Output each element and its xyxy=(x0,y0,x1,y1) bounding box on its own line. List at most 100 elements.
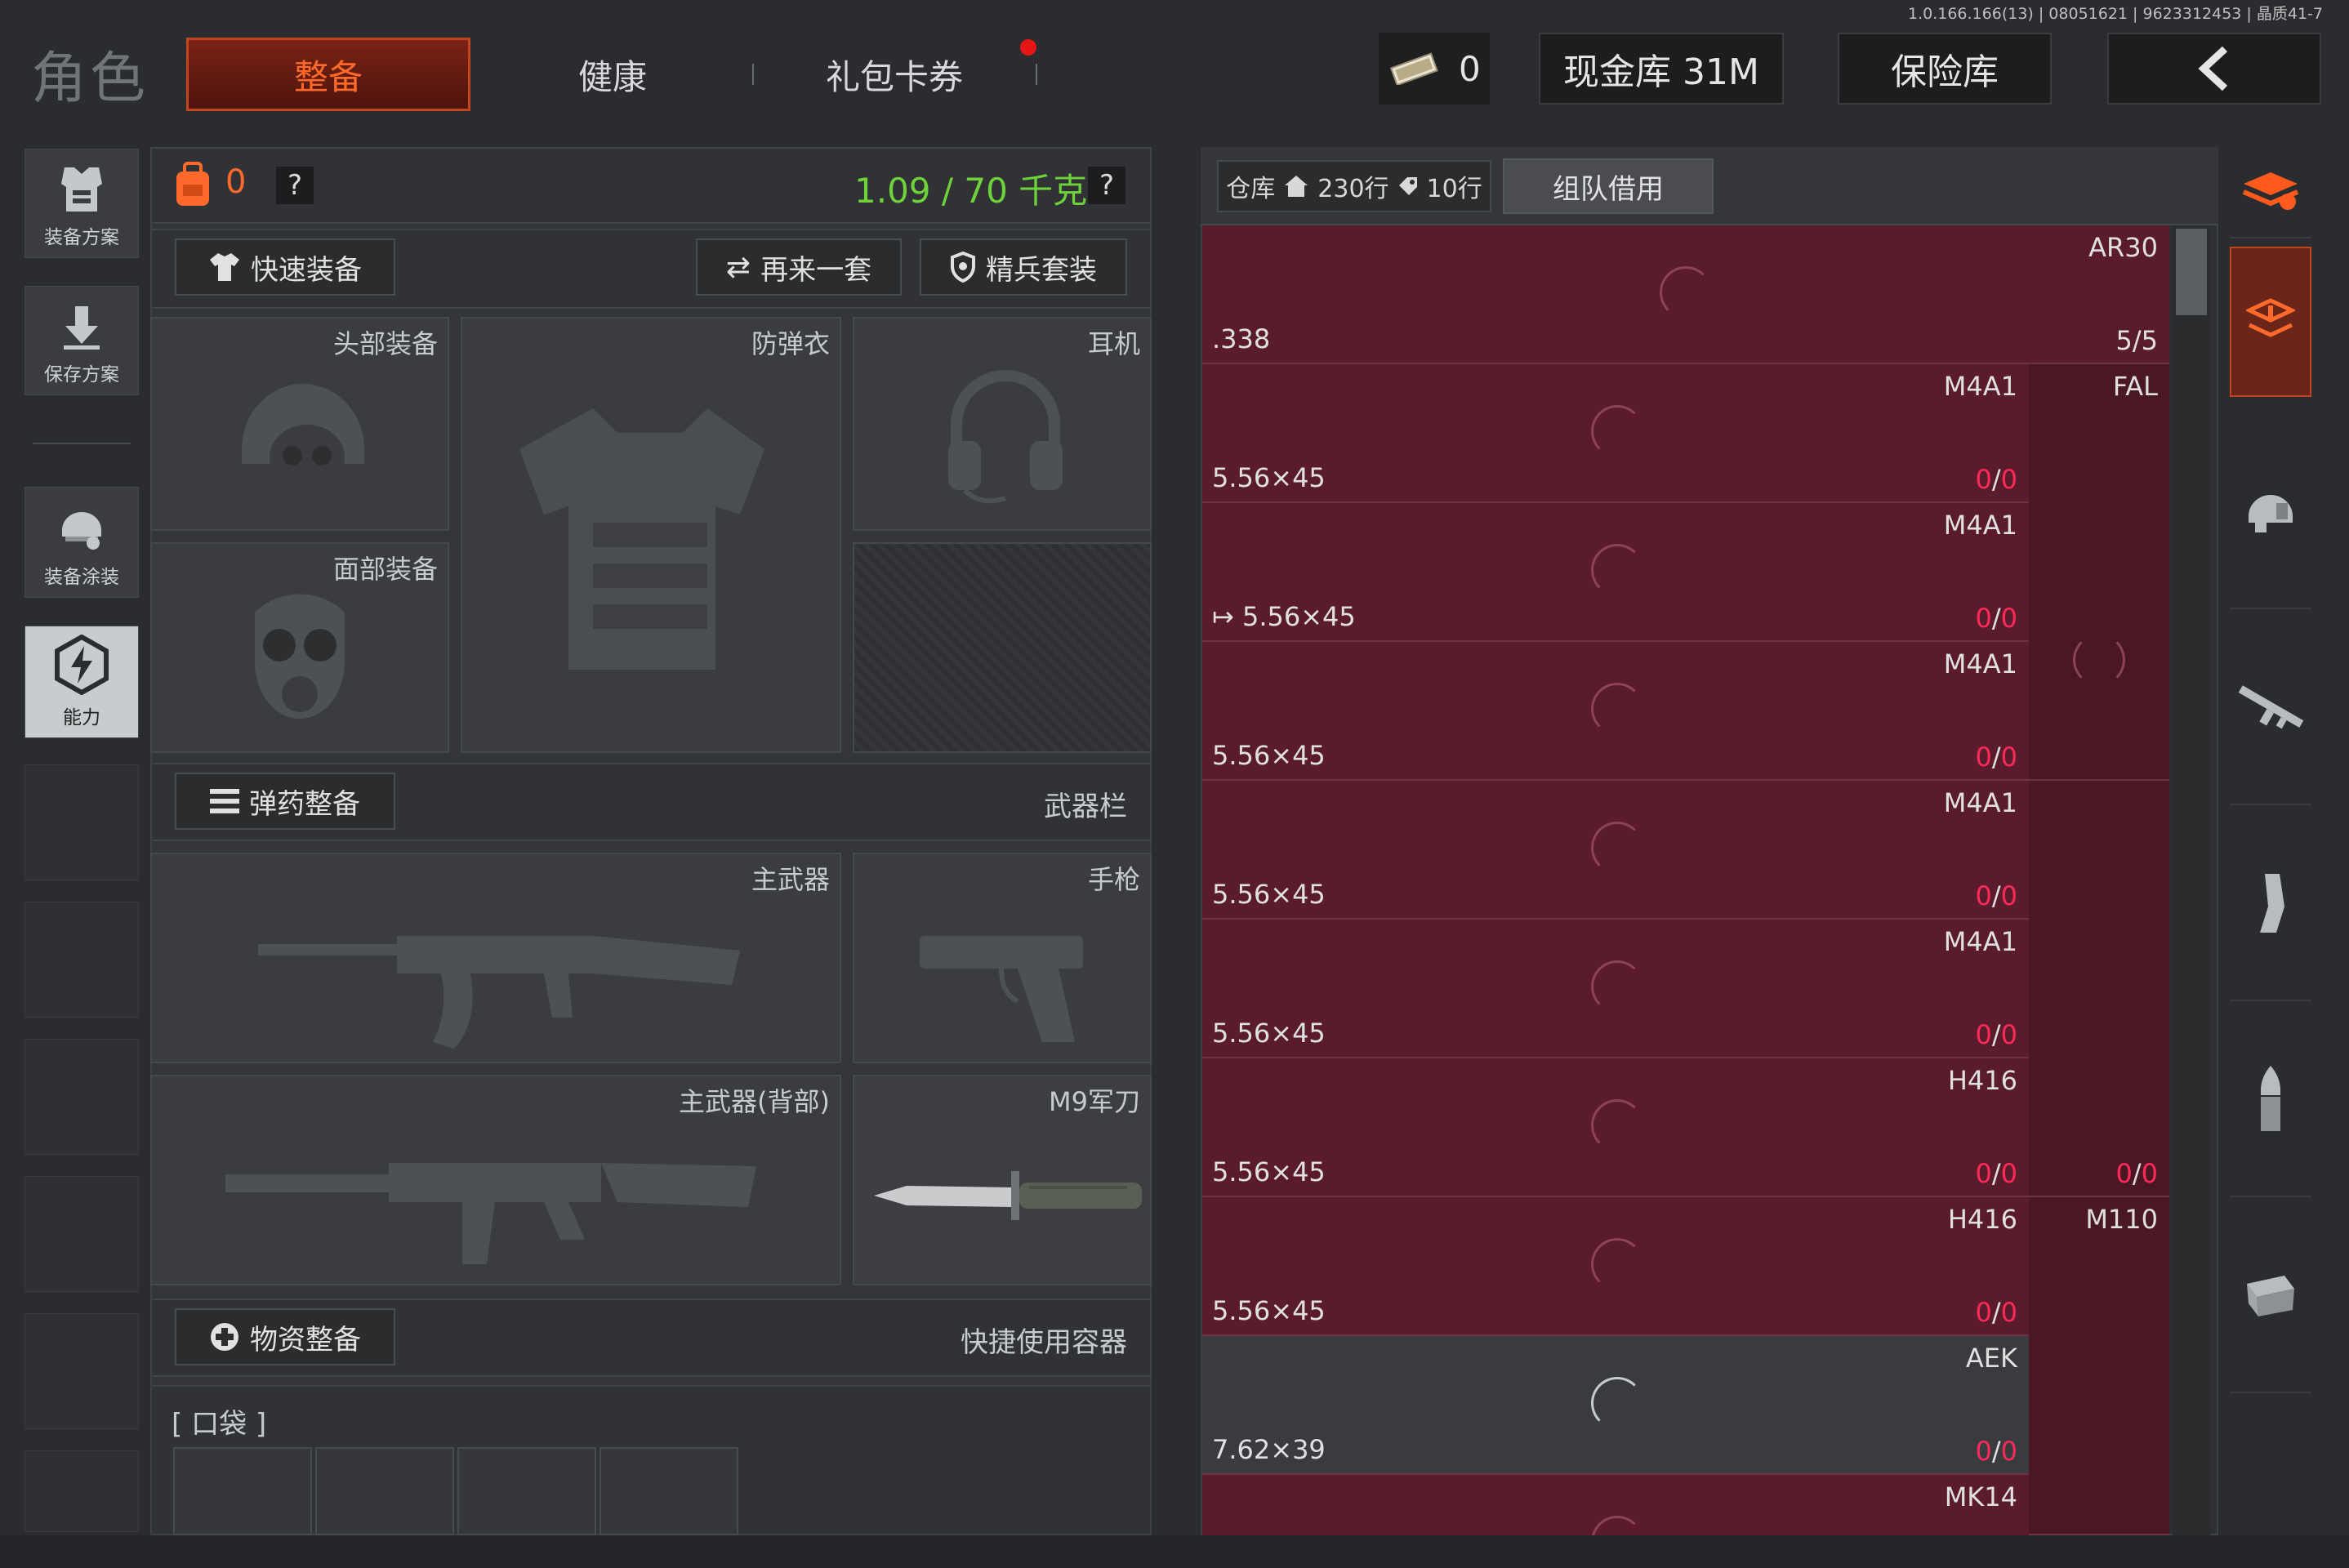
warehouse-grid: AR30 .338 5/5 M4A1 5.56×45 0/0 FAL M4A1 … xyxy=(1202,225,2169,1535)
knife-slot[interactable]: M9军刀 xyxy=(853,1075,1152,1285)
loading-spinner xyxy=(1591,1516,1643,1535)
loading-spinner xyxy=(1591,683,1643,735)
item-card[interactable]: H416 5.56×45 0/0 xyxy=(1202,1197,2029,1336)
all-items-tab[interactable] xyxy=(2230,149,2311,238)
item-card[interactable]: 0/0 xyxy=(2029,781,2169,1197)
safe-button[interactable]: 保险库 xyxy=(1838,33,2052,105)
scrollbar-thumb[interactable] xyxy=(2176,229,2207,315)
item-caliber: 5.56×45 xyxy=(1212,1018,1326,1049)
another-set-label: 再来一套 xyxy=(760,253,872,287)
quick-equip-label: 快速装备 xyxy=(251,253,362,287)
loading-spinner xyxy=(1660,266,1712,318)
item-card[interactable]: AEK 7.62×39 0/0 xyxy=(1202,1336,2029,1475)
weapon-bar-label: 武器栏 xyxy=(1044,791,1127,823)
cash-vault-button[interactable]: 现金库 31M xyxy=(1539,33,1784,105)
category-armor-tab[interactable] xyxy=(2230,415,2311,609)
vest-icon xyxy=(53,163,110,215)
ammo-prep-label: 弹药整备 xyxy=(249,787,360,821)
pocket-label: [ 口袋 ] xyxy=(172,1408,267,1441)
supply-prep-label: 物资整备 xyxy=(250,1323,361,1356)
sidebar-empty-slot xyxy=(25,1176,139,1292)
item-name: M4A1 xyxy=(1943,371,2017,402)
primary-back-label: 主武器(背部) xyxy=(679,1086,830,1117)
pistol-icon xyxy=(920,936,1083,1042)
pocket-slot[interactable] xyxy=(173,1447,312,1535)
item-card[interactable]: M4A1 5.56×45 0/0 xyxy=(1202,642,2029,781)
item-caliber: 5.56×45 xyxy=(1212,879,1326,910)
category-supplies-tab[interactable] xyxy=(2230,1199,2311,1393)
helmet-icon xyxy=(2244,487,2298,536)
loading-spinner xyxy=(1591,544,1643,596)
primary-back-slot[interactable]: 主武器(背部) xyxy=(150,1075,841,1285)
pocket-slot[interactable] xyxy=(315,1447,454,1535)
loading-spinner xyxy=(1591,1238,1643,1290)
sidebar-empty-slot xyxy=(25,1450,139,1532)
sidebar-item-label: 装备方案 xyxy=(44,227,119,248)
warehouse-capacity[interactable]: 仓库 230行 10行 xyxy=(1217,160,1491,212)
weight-help-button[interactable]: ? xyxy=(1088,167,1125,204)
sidebar-item-label: 装备涂装 xyxy=(44,567,119,588)
headset-slot[interactable]: 耳机 xyxy=(853,317,1152,531)
bag-count: 0 xyxy=(225,163,247,201)
sidebar-empty-slot xyxy=(25,1313,139,1429)
export-icon: ↦ xyxy=(1212,601,1242,632)
item-name: M4A1 xyxy=(1943,648,2017,679)
pistol-label: 手枪 xyxy=(1087,864,1140,895)
knife-icon xyxy=(874,1171,1142,1220)
category-weapon-tab[interactable] xyxy=(2230,611,2311,805)
ammo-prep-button[interactable]: 弹药整备 xyxy=(175,773,395,830)
item-card[interactable]: AR30 .338 5/5 xyxy=(1202,225,2169,364)
pocket-slot[interactable] xyxy=(457,1447,596,1535)
item-card[interactable]: MK14 xyxy=(1202,1475,2029,1535)
quick-container-label: 快捷使用容器 xyxy=(961,1326,1127,1359)
team-borrow-button[interactable]: 组队借用 xyxy=(1503,158,1714,214)
quick-equip-button[interactable]: 快速装备 xyxy=(175,238,395,296)
help-button[interactable]: ? xyxy=(276,167,314,204)
helmet-paint-icon xyxy=(56,502,108,555)
item-name: M4A1 xyxy=(1943,787,2017,818)
tag-rows: 10行 xyxy=(1426,175,1482,203)
tab-equip[interactable]: 整备 xyxy=(186,38,470,111)
item-caliber: .338 xyxy=(1212,323,1271,354)
face-gear-label: 面部装备 xyxy=(332,554,438,585)
item-card[interactable]: M4A1 5.56×45 0/0 xyxy=(1202,920,2029,1058)
warehouse-label: 仓库 xyxy=(1226,175,1276,203)
item-card[interactable]: M4A1 ↦ 5.56×45 0/0 xyxy=(1202,503,2029,642)
headphones-icon xyxy=(948,370,1063,504)
face-gear-slot[interactable]: 面部装备 xyxy=(150,542,449,753)
head-gear-slot[interactable]: 头部装备 xyxy=(150,317,449,531)
back-button[interactable] xyxy=(2107,33,2321,105)
category-ammo-tab[interactable] xyxy=(2230,1003,2311,1197)
currency-display[interactable]: 0 xyxy=(1379,33,1490,105)
assault-rifle-icon xyxy=(225,1163,756,1264)
item-card[interactable]: FAL xyxy=(2029,364,2169,781)
another-set-button[interactable]: ⇄ 再来一套 xyxy=(696,238,902,296)
category-magazine-tab[interactable] xyxy=(2230,807,2311,1001)
sidebar-divider xyxy=(33,443,131,444)
item-card[interactable]: M110 xyxy=(2029,1197,2169,1535)
item-card[interactable]: M4A1 5.56×45 0/0 xyxy=(1202,364,2029,503)
supply-prep-button[interactable]: 物资整备 xyxy=(175,1308,395,1365)
scrollbar-track[interactable] xyxy=(2173,225,2210,1535)
sidebar-item-loadout[interactable]: 装备方案 xyxy=(25,149,139,258)
lightning-icon xyxy=(53,635,110,695)
currency-value: 0 xyxy=(1458,48,1481,89)
tab-health[interactable]: 健康 xyxy=(523,38,702,111)
warehouse-tab[interactable] xyxy=(2230,247,2311,397)
weight-value: 1.09 / 70 千克 xyxy=(854,171,1088,211)
sidebar-item-skin[interactable]: 装备涂装 xyxy=(25,487,139,598)
armor-slot[interactable]: 防弹衣 xyxy=(461,317,841,753)
pistol-slot[interactable]: 手枪 xyxy=(853,853,1152,1063)
download-icon xyxy=(57,303,106,352)
sidebar-item-ability[interactable]: 能力 xyxy=(25,626,139,738)
tab-gift-coupons[interactable]: 礼包卡券 xyxy=(800,38,988,111)
item-name: H416 xyxy=(1947,1204,2017,1235)
elite-set-button[interactable]: 精兵套装 xyxy=(920,238,1127,296)
sidebar-item-save[interactable]: 保存方案 xyxy=(25,286,139,395)
item-caliber: 7.62×39 xyxy=(1212,1434,1326,1465)
rifle-icon xyxy=(2235,683,2306,732)
primary-weapon-slot[interactable]: 主武器 xyxy=(150,853,841,1063)
item-card[interactable]: H416 5.56×45 0/0 xyxy=(1202,1058,2029,1197)
pocket-slot[interactable] xyxy=(600,1447,738,1535)
item-card[interactable]: M4A1 5.56×45 0/0 xyxy=(1202,781,2029,920)
